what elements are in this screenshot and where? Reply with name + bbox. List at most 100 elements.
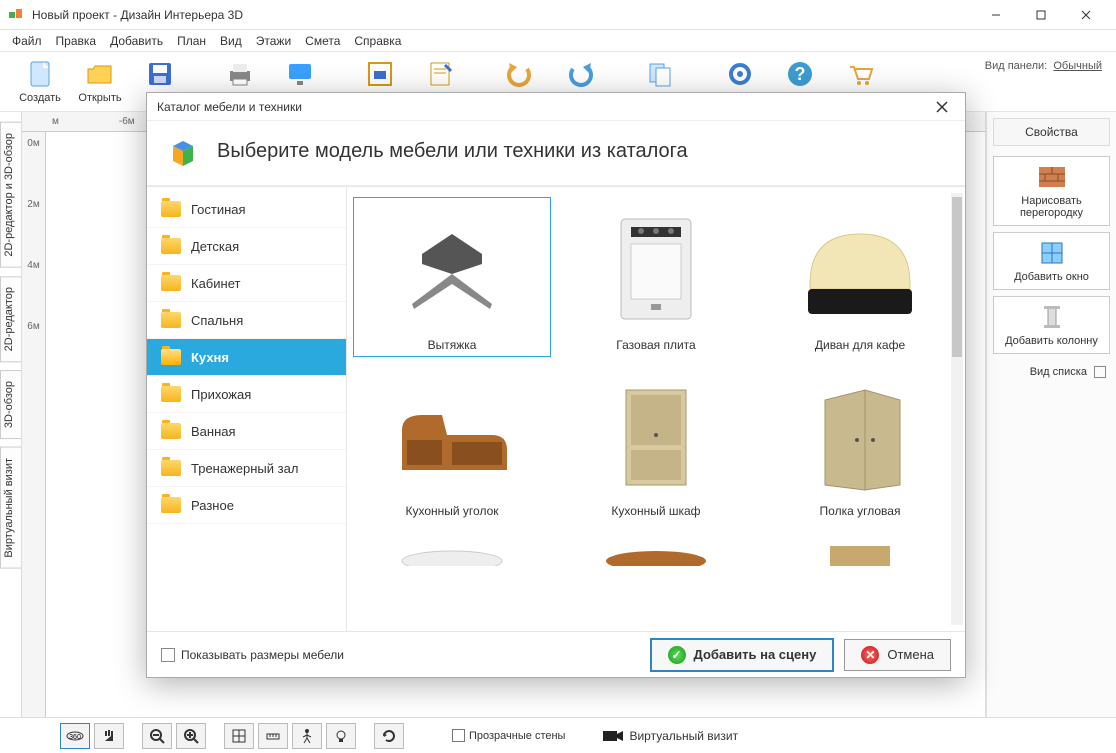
folder-icon [161, 238, 181, 254]
ruler-button[interactable] [258, 723, 288, 749]
add-column-button[interactable]: Добавить колонну [993, 296, 1110, 354]
furniture-item[interactable] [761, 529, 959, 571]
menu-view[interactable]: Вид [214, 32, 248, 50]
furniture-thumbnail [562, 536, 750, 566]
category-label: Разное [191, 498, 234, 513]
furniture-item[interactable]: Кухонный уголок [353, 363, 551, 523]
left-tabstrip: 2D-редактор и 3D-обзор 2D-редактор 3D-об… [0, 112, 22, 717]
folder-icon [161, 386, 181, 402]
furniture-item[interactable]: Кухонный шкаф [557, 363, 755, 523]
category-item[interactable]: Разное [147, 487, 346, 524]
furniture-item[interactable]: Диван для кафе [761, 197, 959, 357]
furniture-thumbnail [358, 204, 546, 334]
save-icon [144, 58, 176, 90]
furniture-thumbnail [358, 536, 546, 566]
menu-add[interactable]: Добавить [104, 32, 169, 50]
printer-icon [224, 58, 256, 90]
panel-mode-link[interactable]: Обычный [1053, 60, 1102, 72]
close-button[interactable] [1063, 0, 1108, 30]
brick-icon [1038, 163, 1066, 191]
category-item[interactable]: Кухня [147, 339, 346, 376]
category-label: Прихожая [191, 387, 251, 402]
furniture-label: Газовая плита [562, 338, 750, 352]
refresh-button[interactable] [374, 723, 404, 749]
window-title: Новый проект - Дизайн Интерьера 3D [32, 8, 243, 22]
panel-mode: Вид панели: Обычный [985, 60, 1102, 72]
folder-icon [161, 460, 181, 476]
category-item[interactable]: Спальня [147, 302, 346, 339]
new-file-icon [24, 58, 56, 90]
grid-button[interactable] [224, 723, 254, 749]
draw-partition-button[interactable]: Нарисовать перегородку [993, 156, 1110, 226]
menu-bar: Файл Правка Добавить План Вид Этажи Смет… [0, 30, 1116, 52]
category-item[interactable]: Кабинет [147, 265, 346, 302]
scrollbar-thumb[interactable] [952, 197, 962, 357]
category-label: Тренажерный зал [191, 461, 298, 476]
menu-plan[interactable]: План [171, 32, 212, 50]
cancel-button[interactable]: ✕ Отмена [844, 639, 951, 671]
properties-header[interactable]: Свойства [993, 118, 1110, 146]
pan-button[interactable] [94, 723, 124, 749]
right-panel: Свойства Нарисовать перегородку Добавить… [986, 112, 1116, 717]
bottom-toolbar: 360 Прозрачные стены Виртуальный визит [0, 717, 1116, 753]
category-item[interactable]: Ванная [147, 413, 346, 450]
create-button[interactable]: Создать [10, 58, 70, 108]
category-item[interactable]: Прихожая [147, 376, 346, 413]
gear-icon [724, 58, 756, 90]
tab-2d3d[interactable]: 2D-редактор и 3D-обзор [0, 122, 21, 268]
list-view-icon [1094, 366, 1106, 378]
furniture-item[interactable] [557, 529, 755, 571]
menu-estimate[interactable]: Смета [299, 32, 346, 50]
furniture-label: Вытяжка [358, 338, 546, 352]
scrollbar[interactable] [951, 193, 963, 625]
copy-icon [644, 58, 676, 90]
minimize-button[interactable] [973, 0, 1018, 30]
column-icon [1038, 303, 1066, 331]
folder-icon [161, 201, 181, 217]
zoom-out-button[interactable] [142, 723, 172, 749]
menu-floors[interactable]: Этажи [250, 32, 297, 50]
folder-icon [161, 312, 181, 328]
category-item[interactable]: Гостиная [147, 191, 346, 228]
tab-3d[interactable]: 3D-обзор [0, 370, 21, 439]
check-icon: ✓ [668, 646, 686, 664]
category-label: Спальня [191, 313, 243, 328]
notepad-icon [424, 58, 456, 90]
menu-help[interactable]: Справка [348, 32, 407, 50]
furniture-grid: Вытяжка Газовая плита Диван для кафе Кухонн… [347, 187, 965, 631]
tab-virtual[interactable]: Виртуальный визит [0, 447, 21, 569]
monitor-icon [284, 58, 316, 90]
list-view-header[interactable]: Вид списка [993, 366, 1110, 378]
category-label: Гостиная [191, 202, 246, 217]
open-button[interactable]: Открыть [70, 58, 130, 108]
furniture-item[interactable] [353, 529, 551, 571]
furniture-label: Кухонный шкаф [562, 504, 750, 518]
add-window-button[interactable]: Добавить окно [993, 232, 1110, 290]
furniture-item[interactable]: Газовая плита [557, 197, 755, 357]
category-item[interactable]: Детская [147, 228, 346, 265]
virtual-visit-button[interactable]: Виртуальный визит [603, 729, 738, 743]
menu-file[interactable]: Файл [6, 32, 48, 50]
maximize-button[interactable] [1018, 0, 1063, 30]
dialog-titlebar: Каталог мебели и техники [147, 93, 965, 121]
transparent-walls-checkbox[interactable]: Прозрачные стены [452, 729, 565, 742]
walk-button[interactable] [292, 723, 322, 749]
furniture-thumbnail [562, 204, 750, 334]
tab-2d[interactable]: 2D-редактор [0, 276, 21, 362]
light-button[interactable] [326, 723, 356, 749]
furniture-thumbnail [766, 536, 954, 566]
dialog-close-button[interactable] [929, 96, 955, 118]
furniture-item[interactable]: Вытяжка [353, 197, 551, 357]
category-item[interactable]: Тренажерный зал [147, 450, 346, 487]
folder-icon [161, 349, 181, 365]
help-icon: ? [784, 58, 816, 90]
show-sizes-checkbox[interactable]: Показывать размеры мебели [161, 648, 344, 662]
add-to-scene-button[interactable]: ✓ Добавить на сцену [650, 638, 835, 672]
rotate-360-button[interactable]: 360 [60, 723, 90, 749]
category-label: Ванная [191, 424, 236, 439]
furniture-item[interactable]: Полка угловая [761, 363, 959, 523]
furniture-label: Кухонный уголок [358, 504, 546, 518]
menu-edit[interactable]: Правка [50, 32, 103, 50]
zoom-in-button[interactable] [176, 723, 206, 749]
furniture-thumbnail [562, 370, 750, 500]
